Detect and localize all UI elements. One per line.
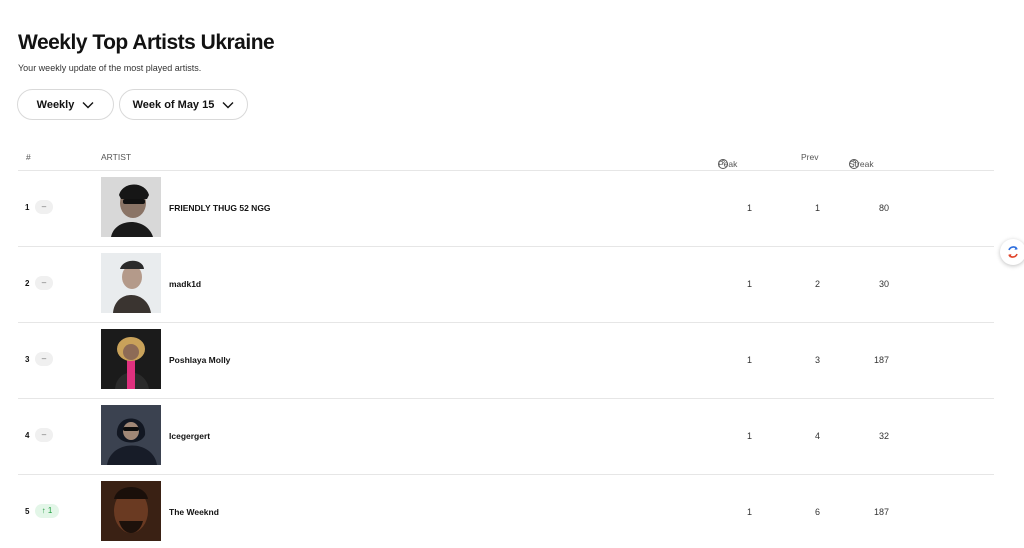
week-dropdown[interactable]: Week of May 15 — [119, 89, 248, 120]
header-rank: # — [26, 152, 31, 162]
chevron-down-icon — [222, 101, 234, 108]
table-header: # ARTIST ? Peak Prev ? Streak — [18, 145, 994, 171]
row-rank: 4 — [25, 431, 30, 440]
header-prev: Prev — [801, 152, 819, 162]
streak-value: 30 — [878, 279, 889, 289]
peak-value: 1 — [746, 203, 752, 213]
prev-value: 6 — [814, 507, 820, 517]
row-rank: 5 — [25, 507, 30, 516]
row-rank: 1 — [25, 203, 30, 212]
chart-table: 1 – FRIENDLY THUG 52 NGG 1 1 80 2 – madk… — [18, 171, 994, 548]
header-artist: ARTIST — [101, 152, 132, 162]
artist-name[interactable]: Poshlaya Molly — [169, 355, 230, 365]
prev-value: 3 — [814, 355, 820, 365]
table-row[interactable]: 3 – Poshlaya Molly 1 3 187 — [18, 323, 994, 399]
rank-change-badge: ↑ 1 — [35, 504, 59, 518]
streak-value: 187 — [873, 355, 889, 365]
page-title: Weekly Top Artists Ukraine — [18, 31, 275, 54]
filter-bar: Weekly Week of May 15 — [17, 89, 248, 120]
rank-change-badge: – — [35, 200, 53, 214]
artist-name[interactable]: madk1d — [169, 279, 201, 289]
row-rank: 2 — [25, 279, 30, 288]
peak-value: 1 — [746, 279, 752, 289]
artist-image[interactable] — [101, 177, 161, 237]
artist-image[interactable] — [101, 405, 161, 465]
table-row[interactable]: 4 – Icegergert 1 4 32 — [18, 399, 994, 475]
streak-value: 187 — [873, 507, 889, 517]
peak-value: 1 — [746, 431, 752, 441]
peak-value: 1 — [746, 507, 752, 517]
artist-name[interactable]: The Weeknd — [169, 507, 219, 517]
period-dropdown-label: Weekly — [36, 98, 75, 111]
table-row[interactable]: 5 ↑ 1 The Weeknd 1 6 187 — [18, 475, 994, 548]
week-dropdown-label: Week of May 15 — [132, 98, 215, 111]
artist-image[interactable] — [101, 329, 161, 389]
peak-value: 1 — [746, 355, 752, 365]
header-peak-label: Peak — [718, 159, 738, 169]
row-rank: 3 — [25, 355, 30, 364]
artist-image[interactable] — [101, 481, 161, 541]
prev-value: 4 — [814, 431, 820, 441]
prev-value: 1 — [814, 203, 820, 213]
header-streak-label: Streak — [849, 159, 874, 169]
chevron-down-icon — [82, 101, 94, 108]
artist-image[interactable] — [101, 253, 161, 313]
table-row[interactable]: 1 – FRIENDLY THUG 52 NGG 1 1 80 — [18, 171, 994, 247]
rank-change-badge: – — [35, 352, 53, 366]
table-row[interactable]: 2 – madk1d 1 2 30 — [18, 247, 994, 323]
translate-icon[interactable] — [1000, 239, 1024, 265]
streak-value: 80 — [878, 203, 889, 213]
prev-value: 2 — [814, 279, 820, 289]
period-dropdown[interactable]: Weekly — [17, 89, 114, 120]
charts-page: Weekly Top Artists Ukraine Your weekly u… — [0, 0, 1024, 548]
rank-change-badge: – — [35, 428, 53, 442]
rank-change-badge: – — [35, 276, 53, 290]
artist-name[interactable]: Icegergert — [169, 431, 210, 441]
artist-name[interactable]: FRIENDLY THUG 52 NGG — [169, 203, 271, 213]
page-subtitle: Your weekly update of the most played ar… — [18, 63, 202, 73]
streak-value: 32 — [878, 431, 889, 441]
